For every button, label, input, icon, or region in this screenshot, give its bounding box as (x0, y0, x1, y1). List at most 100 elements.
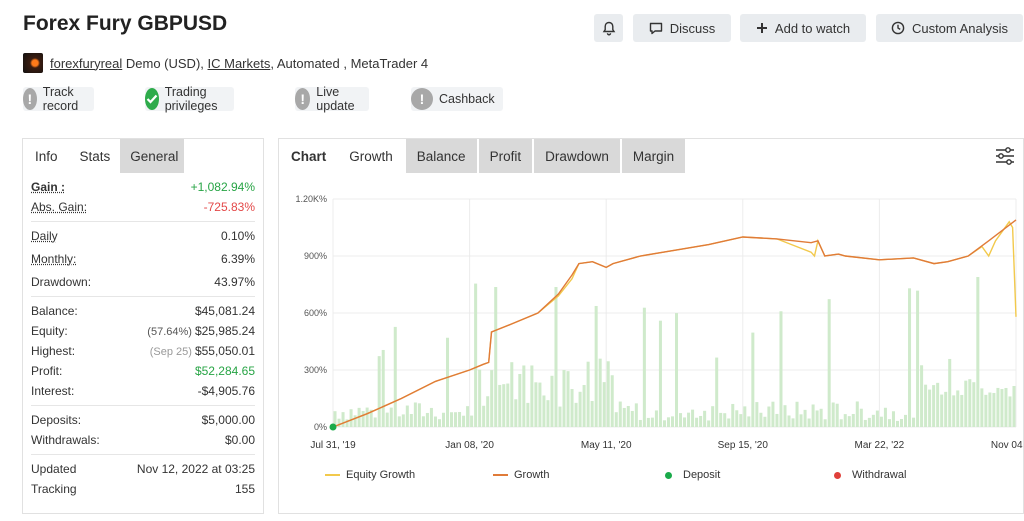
add-to-watch-button[interactable]: Add to watch (740, 14, 866, 42)
volume-bar (614, 412, 618, 427)
withdrawals-value: $0.00 (224, 433, 255, 447)
tab-drawdown[interactable]: Drawdown (534, 139, 620, 173)
notifications-button[interactable] (594, 14, 623, 42)
volume-bar (381, 349, 385, 427)
tab-stats[interactable]: Stats (69, 139, 121, 173)
volume-bar (518, 373, 522, 427)
tab-margin[interactable]: Margin (621, 139, 686, 173)
volume-bar (859, 408, 863, 427)
volume-bar (498, 384, 502, 427)
live-update-label: Live update (316, 85, 355, 113)
cashback-badge[interactable]: ! Cashback (411, 87, 503, 111)
tab-general[interactable]: General (120, 139, 185, 173)
volume-bar (662, 420, 666, 427)
volume-bar (811, 404, 815, 427)
stat-row: Abs. Gain: -725.83% (31, 197, 255, 217)
volume-bar (401, 414, 405, 427)
track-record-badge[interactable]: ! Track record (23, 85, 95, 113)
tab-info[interactable]: Info (23, 139, 70, 173)
volume-bar (675, 313, 679, 427)
volume-bar (964, 380, 968, 427)
stat-row: Profit: $52,284.65 (31, 361, 255, 381)
page-title: Forex Fury GBPUSD (23, 12, 228, 35)
trading-privileges-label: Trading privileges (164, 85, 218, 113)
comment-icon (649, 22, 662, 34)
volume-bar (819, 408, 823, 427)
volume-bar (895, 420, 899, 427)
tab-growth[interactable]: Growth (338, 139, 404, 173)
volume-bar (883, 407, 887, 427)
volume-bar (437, 419, 441, 427)
volume-bar (944, 391, 948, 427)
volume-bar (574, 402, 578, 427)
volume-bar (610, 375, 614, 427)
growth-chart[interactable]: 0% 300% 600% 900% 1.20K% Jul 31, '19 Jan 08, '… (279, 175, 1023, 465)
withdrawals-label: Withdrawals: (31, 433, 100, 447)
updated-value: Nov 12, 2022 at 03:25 (136, 462, 255, 476)
x-tick-label: Jan 08, '20 (445, 440, 494, 451)
discuss-button[interactable]: Discuss (633, 14, 731, 42)
volume-bar (984, 394, 988, 427)
meta-details: , Automated , MetaTrader 4 (270, 55, 429, 71)
volume-bar (429, 407, 433, 427)
volume-bar (735, 410, 739, 427)
legend-equity-growth[interactable]: Equity Growth (325, 469, 415, 481)
x-tick-label: Mar 22, '22 (855, 440, 905, 451)
volume-bar (494, 287, 498, 427)
volume-bar (1008, 396, 1012, 427)
exclamation-icon: ! (23, 88, 37, 110)
volume-bar (353, 415, 357, 427)
volume-bar (972, 382, 976, 427)
gain-label: Gain : (31, 180, 66, 194)
user-link[interactable]: forexfuryreal (50, 56, 122, 71)
highest-value: $55,050.01 (194, 344, 255, 358)
legend-growth[interactable]: Growth (493, 469, 549, 481)
volume-bar (795, 401, 799, 427)
stat-row: Gain : +1,082.94% (31, 177, 255, 197)
broker-link[interactable]: IC Markets (208, 56, 271, 71)
volume-bar (670, 416, 674, 427)
custom-analysis-label: Custom Analysis (911, 20, 1009, 36)
cashback-label: Cashback (439, 92, 495, 106)
tab-profit[interactable]: Profit (478, 139, 533, 173)
volume-bar (791, 418, 795, 427)
x-tick-label: Sep 15, '20 (718, 440, 769, 451)
volume-bar (602, 382, 606, 427)
volume-bar (783, 405, 787, 427)
volume-bar (879, 416, 883, 427)
tab-balance[interactable]: Balance (405, 139, 477, 173)
volume-bar (743, 406, 747, 427)
highest-label: Highest: (31, 344, 76, 358)
bell-icon (602, 21, 615, 35)
exclamation-icon: ! (411, 88, 433, 110)
legend-equity-swatch (325, 474, 340, 476)
trading-privileges-badge[interactable]: Trading privileges (145, 85, 234, 113)
live-update-badge[interactable]: ! Live update (295, 85, 370, 113)
stat-row: Monthly: 6.39% (31, 249, 255, 269)
volume-bar (417, 403, 421, 427)
volume-bar (405, 405, 409, 427)
equity-note: (57.64%) (147, 326, 192, 338)
volume-bar (687, 412, 691, 427)
volume-bar (1000, 389, 1004, 427)
legend-deposit[interactable]: Deposit (665, 469, 720, 481)
volume-bar (699, 415, 703, 427)
volume-bar (771, 401, 775, 427)
volume-bar (478, 369, 482, 427)
legend-withdrawal[interactable]: Withdrawal (834, 469, 906, 481)
volume-bar (618, 401, 622, 427)
volume-bar (952, 395, 956, 427)
volume-bar (409, 413, 413, 427)
volume-bar (530, 365, 534, 427)
x-tick-label: May 11, '20 (581, 440, 632, 451)
volume-bar (904, 414, 908, 427)
highest-note: (Sep 25) (149, 346, 192, 358)
volume-bar (992, 392, 996, 427)
volume-bar (843, 414, 847, 427)
volume-bar (361, 411, 365, 427)
stats-panel: Info Stats General Gain : +1,082.94% Abs.… (22, 138, 264, 514)
sliders-icon (996, 147, 1014, 165)
custom-analysis-button[interactable]: Custom Analysis (876, 14, 1023, 42)
volume-bar (747, 416, 751, 427)
chart-settings-button[interactable] (995, 147, 1015, 170)
